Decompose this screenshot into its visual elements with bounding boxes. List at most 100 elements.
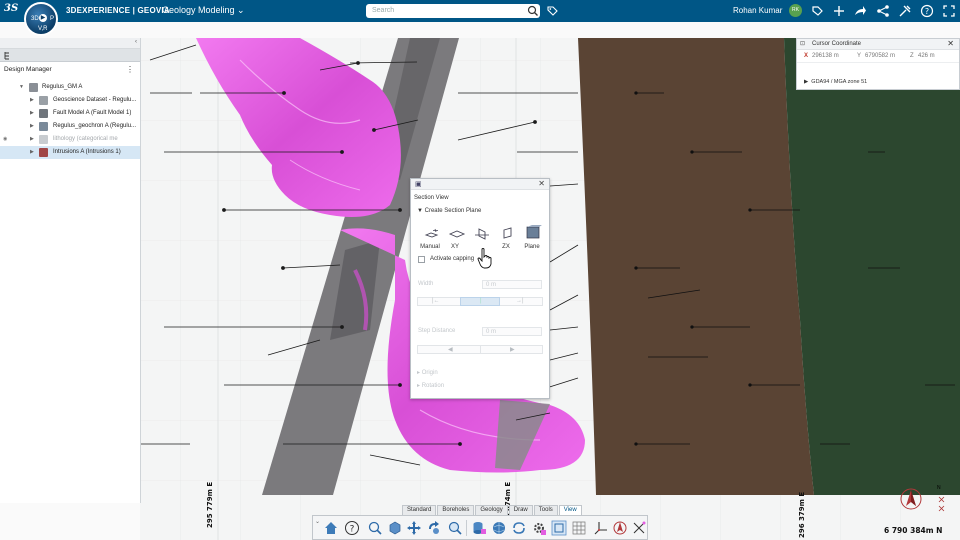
- section-view-icon[interactable]: [551, 520, 567, 536]
- globe-icon[interactable]: [491, 520, 507, 536]
- tab-tools[interactable]: Tools: [533, 505, 558, 515]
- crs-toggle[interactable]: ▶ GDA94 / MGA zone 51: [804, 79, 867, 85]
- search-input[interactable]: Search: [366, 4, 540, 18]
- activate-capping-checkbox[interactable]: [418, 256, 425, 263]
- axis-icon[interactable]: [593, 520, 609, 536]
- step-buttons[interactable]: ◀ ▶: [417, 345, 543, 354]
- tree-node-intrusions[interactable]: ▶ Intrusions A (Intrusions 1): [0, 146, 140, 159]
- help-icon[interactable]: ?: [344, 520, 360, 536]
- tree-view-icon[interactable]: [4, 51, 13, 60]
- slider-start-icon[interactable]: |←: [432, 298, 440, 304]
- compass-widget[interactable]: 3D ▶ P V,R: [24, 2, 58, 36]
- zx-plane-icon[interactable]: [499, 226, 517, 242]
- step-back-icon[interactable]: ◀: [448, 346, 453, 353]
- tree-node-geochron[interactable]: ▶ Regulus_geochron A (Regulu...: [0, 120, 140, 133]
- tree-node-lithology[interactable]: ◉ ▶ lithology (categorical me: [0, 133, 140, 146]
- user-name[interactable]: Rohan Kumar: [733, 6, 782, 15]
- tab-boreholes[interactable]: Boreholes: [437, 505, 475, 515]
- origin-toggle[interactable]: ▸ Origin: [417, 369, 438, 376]
- measure-icon[interactable]: [631, 520, 647, 536]
- more-options-icon[interactable]: ⋮: [126, 65, 134, 74]
- z-axis-label: Z: [910, 53, 914, 59]
- tab-geology[interactable]: Geology: [475, 505, 508, 515]
- width-slider[interactable]: |← | →|: [417, 297, 543, 306]
- create-section-plane-toggle[interactable]: ▼ Create Section Plane: [417, 208, 481, 214]
- dataset-icon: [39, 96, 48, 105]
- tree-node-root[interactable]: ▼ Regulus_GM A: [0, 81, 140, 94]
- settings-icon[interactable]: [531, 520, 547, 536]
- tools-icon[interactable]: [898, 4, 912, 18]
- slider-end-icon[interactable]: →|: [516, 298, 524, 304]
- tag-outline-icon[interactable]: [810, 4, 824, 18]
- action-bar-collapse-icon[interactable]: ⌄: [315, 518, 320, 525]
- tab-standard[interactable]: Standard: [402, 505, 437, 515]
- tab-view[interactable]: View: [558, 505, 582, 515]
- tree-node-fault-model[interactable]: ▶ Fault Model A (Fault Model 1): [0, 107, 140, 120]
- width-field[interactable]: 0 m: [482, 280, 542, 289]
- view-cube-icon[interactable]: [387, 520, 403, 536]
- xy-button-label[interactable]: XY: [443, 244, 467, 250]
- compass-vr[interactable]: V,R: [38, 26, 47, 32]
- yz-plane-icon[interactable]: [473, 226, 491, 242]
- network-icon[interactable]: [876, 4, 890, 18]
- home-icon[interactable]: [323, 520, 339, 536]
- zx-button-label[interactable]: ZX: [494, 244, 518, 250]
- add-icon[interactable]: [832, 4, 846, 18]
- green-rock-unit[interactable]: [784, 38, 960, 495]
- zoom-icon[interactable]: [447, 520, 463, 536]
- expand-icon[interactable]: ▶: [30, 149, 34, 155]
- plane-object-icon[interactable]: [524, 224, 542, 240]
- step-forward-icon[interactable]: ▶: [510, 346, 515, 353]
- rotation-toggle[interactable]: ▸ Rotation: [417, 382, 444, 389]
- step-distance-field[interactable]: 0 m: [482, 327, 542, 336]
- hand-cursor-icon: [477, 248, 492, 269]
- dialog-icon: ▣: [415, 181, 422, 188]
- grid-icon[interactable]: [571, 520, 587, 536]
- dialog-header[interactable]: ▣ ✕: [411, 179, 549, 190]
- 3ds-logo-icon[interactable]: 3S: [4, 3, 20, 19]
- expand-icon[interactable]: ▶: [30, 97, 34, 103]
- compass-p[interactable]: P: [50, 16, 54, 22]
- brown-rock-unit[interactable]: [578, 38, 814, 495]
- x-axis-label: X: [804, 53, 809, 59]
- 3d-viewport[interactable]: 295 779m E 296 074m E 296 379m E 6 790 3…: [140, 38, 960, 540]
- compass-3d[interactable]: 3D: [31, 16, 39, 22]
- close-icon[interactable]: ✕: [538, 179, 545, 188]
- close-icon[interactable]: ✕: [947, 39, 954, 48]
- manual-button-label[interactable]: Manual: [418, 244, 442, 250]
- z-value: 426 m: [918, 53, 935, 59]
- manual-plane-icon[interactable]: [423, 226, 441, 242]
- expand-icon[interactable]: ▶: [30, 110, 34, 116]
- plane-button-label[interactable]: Plane: [520, 244, 544, 250]
- database-icon[interactable]: [471, 520, 487, 536]
- design-manager-panel: ‹ Design Manager ⋮ ▼ Regulus_GM A ▶ Geos…: [0, 38, 141, 503]
- north-arrow-tool-icon[interactable]: [612, 520, 628, 536]
- user-avatar[interactable]: RK: [789, 4, 802, 17]
- collapse-panel-icon[interactable]: ‹: [135, 39, 137, 45]
- share-icon[interactable]: [853, 4, 867, 18]
- pan-icon[interactable]: [406, 520, 422, 536]
- expand-icon[interactable]: ▶: [30, 136, 34, 142]
- expand-icon[interactable]: ▼: [19, 84, 24, 90]
- xy-plane-icon[interactable]: [448, 226, 466, 242]
- expand-icon[interactable]: ▶: [30, 123, 34, 129]
- app-title-dropdown[interactable]: Geology Modeling ⌄: [162, 5, 245, 16]
- hidden-eye-icon[interactable]: ◉: [3, 136, 7, 142]
- rotate-icon[interactable]: [426, 520, 442, 536]
- model-icon: [29, 83, 38, 92]
- top-bar: 3S 3DEXPERIENCE | GEOVIA Geology Modelin…: [0, 0, 960, 22]
- tree-node-dataset[interactable]: ▶ Geoscience Dataset - Regulu...: [0, 94, 140, 107]
- north-arrow-icon[interactable]: [898, 486, 926, 514]
- y-value: 6790582 m: [865, 53, 896, 59]
- tag-icon[interactable]: [546, 4, 558, 18]
- coord-panel-header[interactable]: ⊡ Cursor Coordinate ✕: [797, 39, 959, 50]
- refresh-icon[interactable]: [511, 520, 527, 536]
- fullscreen-icon[interactable]: [942, 4, 956, 18]
- help-icon[interactable]: ?: [920, 4, 934, 18]
- northing-label: 6 790 384m N: [884, 526, 943, 535]
- compass-play[interactable]: ▶: [39, 14, 47, 22]
- tab-draw[interactable]: Draw: [508, 505, 533, 515]
- search-icon[interactable]: [527, 4, 539, 18]
- coord-panel-icon: ⊡: [800, 41, 806, 47]
- zoom-fit-icon[interactable]: [367, 520, 383, 536]
